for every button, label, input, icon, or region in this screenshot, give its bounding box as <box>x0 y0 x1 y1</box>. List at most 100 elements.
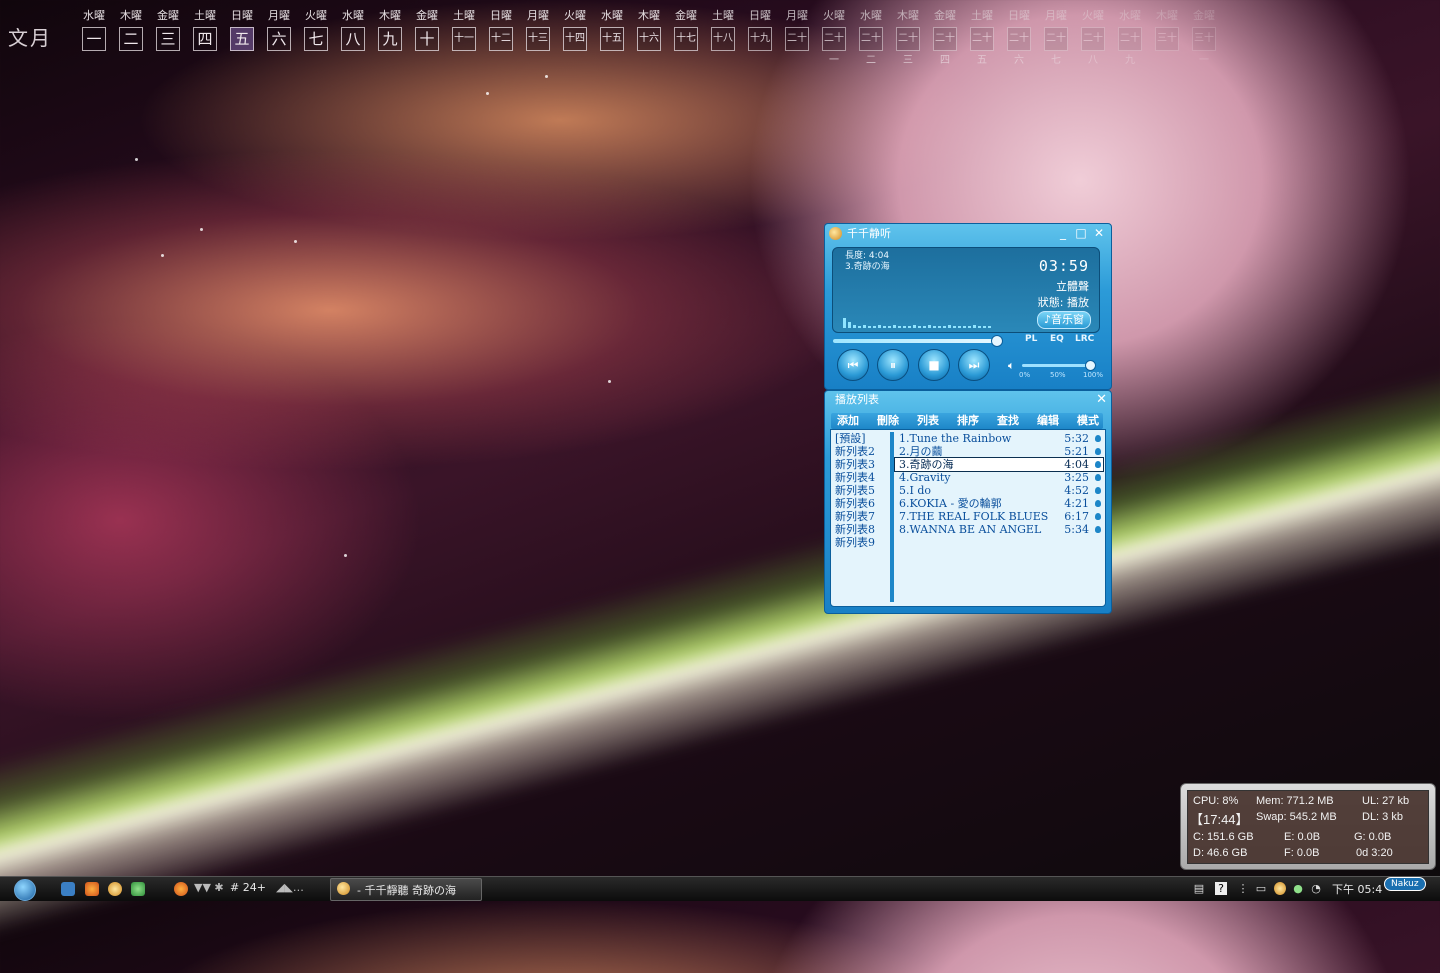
spectrum-bar <box>893 325 896 328</box>
playlist-list-item[interactable]: 新列表4 <box>835 471 889 484</box>
track-title: 2.月の繭 <box>899 445 943 458</box>
calendar-weekday: 土曜 <box>453 9 475 22</box>
show-desktop-icon[interactable] <box>61 882 75 896</box>
volume-tray-icon[interactable]: ◔ <box>1310 882 1322 895</box>
playlist-list-item[interactable]: 新列表7 <box>835 510 889 523</box>
spectrum-bar <box>983 326 986 328</box>
playlist-menu-item[interactable]: 查找 <box>997 413 1019 429</box>
player-window[interactable]: 千千静听 _ □ ✕ 長度: 4:04 3.奇跡の海 03:59 立體聲 狀態:… <box>824 223 1112 390</box>
start-button[interactable] <box>14 879 36 901</box>
playlist-list-item[interactable]: [預設] <box>835 432 889 445</box>
help-icon[interactable]: ? <box>1215 882 1227 895</box>
player-display: 長度: 4:04 3.奇跡の海 03:59 立體聲 狀態: 播放 ♪音乐窗 <box>832 247 1100 333</box>
volume-slider[interactable] <box>1022 360 1097 371</box>
next-button[interactable]: ⏭ <box>958 349 990 381</box>
calendar-day: 土曜 十八 <box>705 8 741 51</box>
firefox-icon[interactable] <box>85 882 99 896</box>
tab-lyrics[interactable]: LRC <box>1075 334 1094 344</box>
track-row[interactable]: 2.月の繭 5:21 <box>895 445 1103 458</box>
playlist-splitter[interactable] <box>890 432 894 602</box>
tray-arrows-icon[interactable]: ◢◣… <box>276 881 304 894</box>
playlist-menu-item[interactable]: 排序 <box>957 413 979 429</box>
playlist-menu-item[interactable]: 模式 <box>1077 413 1099 429</box>
spectrum-bar <box>913 325 916 328</box>
player-titlebar[interactable]: 千千静听 _ □ ✕ <box>825 224 1111 244</box>
calendar-weekday: 水曜 <box>1119 9 1141 22</box>
drive-g: G: 0.0B <box>1354 831 1392 843</box>
playlist-menu-item[interactable]: 列表 <box>917 413 939 429</box>
spectrum-bar <box>933 326 936 328</box>
calendar-date: 十五 <box>600 27 624 51</box>
signal-icon: ▼▼ ✱ <box>194 881 224 894</box>
track-row[interactable]: 4.Gravity 3:25 <box>895 471 1103 484</box>
playlist-list-item[interactable]: 新列表6 <box>835 497 889 510</box>
seek-bar[interactable] <box>833 335 1003 347</box>
track-row[interactable]: 6.KOKIA - 愛の輪郭 4:21 <box>895 497 1103 510</box>
playlist-list-item[interactable]: 新列表5 <box>835 484 889 497</box>
calendar-weekday: 水曜 <box>342 9 364 22</box>
spectrum-bar <box>918 326 921 328</box>
taskbar-clock[interactable]: 下午 05:4 <box>1332 881 1382 897</box>
playlist-list-item[interactable]: 新列表3 <box>835 458 889 471</box>
volume-knob[interactable] <box>1085 360 1097 371</box>
playlist-window[interactable]: 播放列表 ✕ 添加 刪除 列表 排序 查找 编辑 模式 [預設] 新列表2 新列表3 新列表4 新列… <box>824 390 1112 614</box>
minimize-icon[interactable]: _ <box>1055 225 1071 241</box>
spectrum-bar <box>953 326 956 328</box>
close-icon[interactable]: ✕ <box>1091 225 1107 241</box>
seek-knob[interactable] <box>990 335 1003 347</box>
playlist-body: [預設] 新列表2 新列表3 新列表4 新列表5 新列表6 新列表7 新列表8 新列表9 1.T… <box>830 429 1106 607</box>
calendar-day: 金曜 十七 <box>668 8 704 51</box>
calendar-day: 日曜五 <box>224 8 260 51</box>
app-icon <box>829 227 842 240</box>
maximize-icon[interactable]: □ <box>1073 225 1089 241</box>
spectrum-bar <box>898 326 901 328</box>
track-row[interactable]: 3.奇跡の海 4:04 <box>894 457 1104 472</box>
calendar-weekday: 火曜 <box>564 9 586 22</box>
track-row[interactable]: 5.I do 4:52 <box>895 484 1103 497</box>
volume-label-mid: 50% <box>1050 371 1066 379</box>
playlist-menu-item[interactable]: 编辑 <box>1037 413 1059 429</box>
playlist-list-item[interactable]: 新列表2 <box>835 445 889 458</box>
playlist-list-item[interactable]: 新列表8 <box>835 523 889 536</box>
playlist-list-item[interactable]: 新列表9 <box>835 536 889 549</box>
messenger-tray-icon[interactable]: ● <box>1292 882 1304 895</box>
prev-button[interactable]: ⏮ <box>837 349 869 381</box>
network-icon[interactable]: ▭ <box>1255 882 1267 895</box>
calendar-date: 十 <box>415 27 439 51</box>
playlist-menu-item[interactable]: 刪除 <box>877 413 899 429</box>
calendar-day: 月曜 二十 <box>779 8 815 51</box>
track-row[interactable]: 1.Tune the Rainbow 5:32 <box>895 432 1103 445</box>
calendar-weekday: 水曜 <box>601 9 623 22</box>
drive-f: F: 0.0B <box>1284 847 1320 859</box>
speaker-icon[interactable]: 🔈︎ <box>1008 359 1015 373</box>
prev-icon: ⏮ <box>847 358 859 372</box>
calendar-day: 火曜 二十一 <box>816 8 852 66</box>
seek-fill <box>833 339 996 343</box>
drive-e: E: 0.0B <box>1284 831 1321 843</box>
spectrum-bar <box>853 325 856 328</box>
desktop-calendar: 文月 水曜一木曜二金曜三土曜四日曜五月曜六火曜七水曜八木曜九金曜十土曜 十一 日曜十… <box>6 8 1236 66</box>
stop-button[interactable]: ■ <box>918 349 950 381</box>
calendar-date: 六 <box>267 27 291 51</box>
close-icon[interactable]: ✕ <box>1096 391 1107 409</box>
tab-equalizer[interactable]: EQ <box>1050 334 1064 344</box>
spectrum-bar <box>943 326 946 328</box>
calendar-weekday: 木曜 <box>379 9 401 22</box>
calendar-date: 二十四 <box>933 27 957 66</box>
playlist-menu-item[interactable]: 添加 <box>837 413 859 429</box>
task-player[interactable]: - 千千靜聽 奇跡の海 <box>330 878 482 901</box>
firefox-task-icon[interactable] <box>174 882 188 896</box>
tab-playlist[interactable]: PL <box>1025 334 1037 344</box>
messenger-icon[interactable] <box>131 882 145 896</box>
player-tray-icon[interactable] <box>1274 882 1286 895</box>
track-status-icon <box>1095 474 1101 481</box>
playlist-titlebar[interactable]: 播放列表 ✕ <box>825 391 1111 409</box>
track-row[interactable]: 8.WANNA BE AN ANGEL 5:34 <box>895 523 1103 536</box>
track-row[interactable]: 7.THE REAL FOLK BLUES 6:17 <box>895 510 1103 523</box>
player-quicklaunch-icon[interactable] <box>108 882 122 896</box>
pause-button[interactable]: ⏸ <box>877 349 909 381</box>
keyboard-icon[interactable]: ▤ <box>1193 882 1205 895</box>
lyric-window-button[interactable]: ♪音乐窗 <box>1036 311 1091 329</box>
calendar-weekday: 日曜 <box>1008 9 1030 22</box>
usb-icon[interactable]: ⋮ <box>1237 882 1249 895</box>
